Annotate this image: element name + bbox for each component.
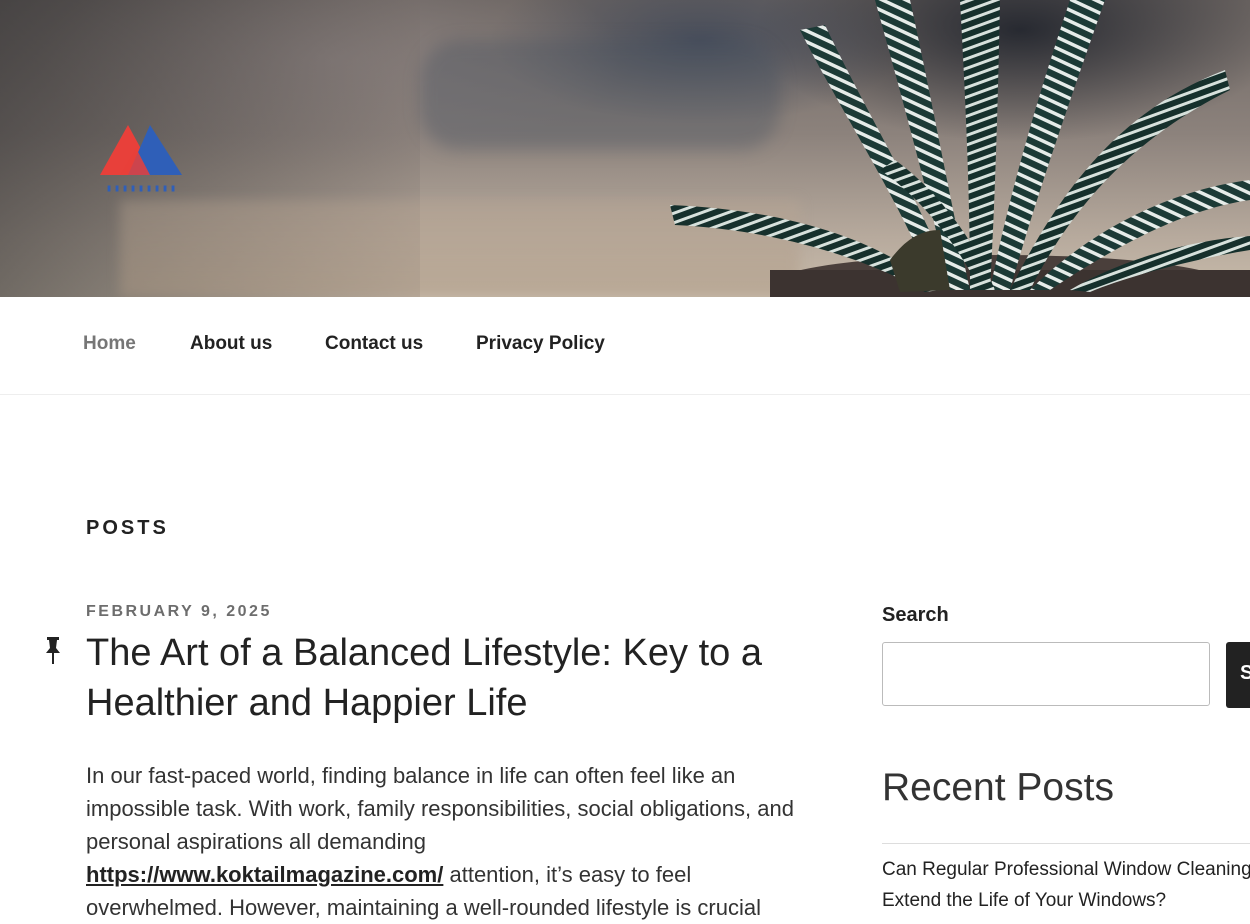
- main-navigation: Home About us Contact us Privacy Policy: [0, 297, 1250, 395]
- mountain-logo-icon[interactable]: ▮▮▮▮▮▮▮▮▮: [98, 120, 188, 200]
- search-input[interactable]: [882, 642, 1210, 706]
- nav-item-about-us[interactable]: About us: [190, 333, 272, 355]
- divider: [882, 843, 1250, 844]
- nav-item-privacy-policy[interactable]: Privacy Policy: [476, 333, 605, 355]
- nav-item-home[interactable]: Home: [83, 333, 136, 355]
- post-body-link[interactable]: https://www.koktailmagazine.com/: [86, 862, 443, 887]
- post-excerpt-text: In our fast-paced world, finding balance…: [86, 763, 794, 854]
- recent-posts-heading: Recent Posts: [882, 766, 1114, 809]
- page-title: POSTS: [86, 517, 169, 539]
- nav-item-contact-us[interactable]: Contact us: [325, 333, 423, 355]
- post-excerpt: In our fast-paced world, finding balance…: [86, 759, 806, 924]
- search-label: Search: [882, 604, 949, 626]
- post-title[interactable]: The Art of a Balanced Lifestyle: Key to …: [86, 628, 786, 728]
- header-banner: ▮▮▮▮▮▮▮▮▮: [0, 0, 1250, 297]
- recent-post-link[interactable]: Can Regular Professional Window Cleaning…: [882, 854, 1250, 916]
- svg-text:▮▮▮▮▮▮▮▮▮: ▮▮▮▮▮▮▮▮▮: [106, 183, 176, 194]
- search-button[interactable]: Search: [1226, 642, 1250, 708]
- pin-icon: [46, 637, 60, 664]
- succulent-plant-image: [670, 0, 1250, 297]
- post-date[interactable]: FEBRUARY 9, 2025: [86, 603, 272, 621]
